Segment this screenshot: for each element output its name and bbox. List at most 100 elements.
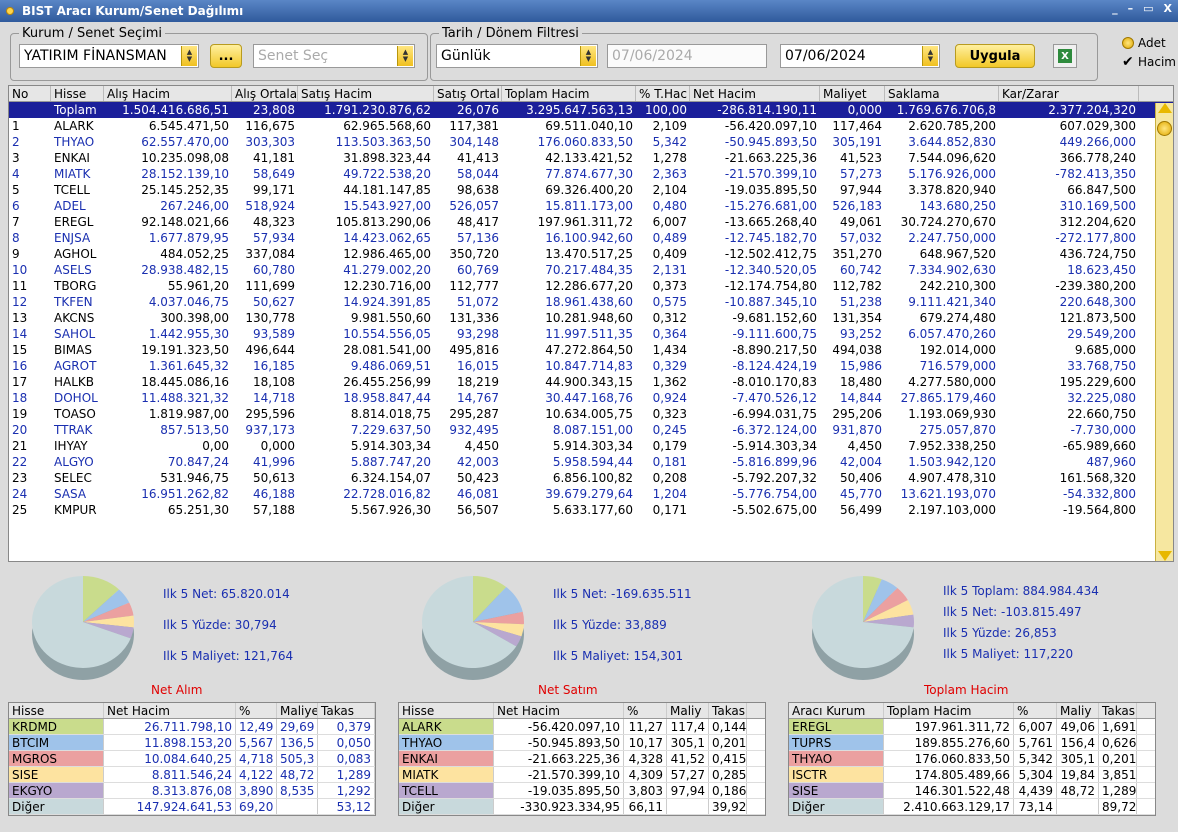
table-cell: 143.680,250 [919, 199, 996, 213]
summary-row[interactable]: MIATK -21.570.399,10 4,309 57,27 0,285 [399, 767, 765, 783]
close-icon[interactable]: X [1164, 2, 1172, 15]
summary-row[interactable]: Diğer 147.924.641,53 69,20 53,12 [9, 799, 375, 815]
column-header[interactable]: Net Hacim [690, 86, 820, 101]
summary-row[interactable]: BTCIM 11.898.153,20 5,567 136,5 0,050 [9, 735, 375, 751]
summary-row[interactable]: ENKAI -21.663.225,36 4,328 41,52 0,415 [399, 751, 765, 767]
column-header[interactable]: Kar/Zarar [999, 86, 1139, 101]
column-header[interactable]: Net Hacim [494, 703, 624, 718]
summary-cell: 26.711.798,10 [104, 719, 236, 734]
table-row[interactable]: 13 AKCNS 300.398,00 130,778 9.981.550,60 131,… [9, 310, 1173, 326]
vertical-scrollbar[interactable] [1155, 103, 1173, 561]
table-row[interactable]: 17 HALKB 18.445.086,16 18,108 26.455.256,99 1… [9, 374, 1173, 390]
table-row[interactable]: 7 EREGL 92.148.021,66 48,323 105.813.290,06 4… [9, 214, 1173, 230]
start-date-field: 07/06/2024 [607, 44, 767, 68]
table-total-row[interactable]: Toplam 1.504.416.686,51 23,808 1.791.230.87… [9, 102, 1173, 118]
summary-row[interactable]: SISE 8.811.546,24 4,122 48,72 1,289 [9, 767, 375, 783]
column-header[interactable]: % [1014, 703, 1057, 718]
summary-row[interactable]: EREGL 197.961.311,72 6,007 49,06 1,691 [789, 719, 1155, 735]
column-header[interactable]: Satış Ortal [434, 86, 502, 101]
column-header[interactable]: Takas [318, 703, 375, 718]
column-header[interactable]: Alış Hacim [104, 86, 232, 101]
summary-row[interactable]: EKGYO 8.313.876,08 3,890 8,535 1,292 [9, 783, 375, 799]
table-cell: 1.504.416.686,51 [122, 103, 229, 117]
scroll-up-icon[interactable] [1158, 103, 1172, 113]
summary-row[interactable]: THYAO -50.945.893,50 10,17 305,1 0,201 [399, 735, 765, 751]
column-header[interactable]: % [236, 703, 277, 718]
table-row[interactable]: 5 TCELL 25.145.252,35 99,171 44.181.147,85 98… [9, 182, 1173, 198]
table-row[interactable]: 16 AGROT 1.361.645,32 16,185 9.486.069,51 16,… [9, 358, 1173, 374]
table-row[interactable]: 9 AGHOL 484.052,25 337,084 12.986.465,00 350,… [9, 246, 1173, 262]
column-header[interactable]: Maliy [667, 703, 709, 718]
table-row[interactable]: 8 ENJSA 1.677.879,95 57,934 14.423.062,65 57,… [9, 230, 1173, 246]
summary-row[interactable]: TCELL -19.035.895,50 3,803 97,94 0,186 [399, 783, 765, 799]
table-row[interactable]: 22 ALGYO 70.847,24 41,996 5.887.747,20 42,003… [9, 454, 1173, 470]
table-row[interactable]: 21 IHYAY 0,00 0,000 5.914.303,34 4,450 5.914.3… [9, 438, 1173, 454]
summary-row[interactable]: KRDMD 26.711.798,10 12,49 29,69 0,379 [9, 719, 375, 735]
table-row[interactable]: 10 ASELS 28.938.482,15 60,780 41.279.002,20 6… [9, 262, 1173, 278]
column-header[interactable]: Hisse [9, 703, 104, 718]
table-row[interactable]: 1 ALARK 6.545.471,50 116,675 62.965.568,60 11… [9, 118, 1173, 134]
table-row[interactable]: 23 SELEC 531.946,75 50,613 6.324.154,07 50,42… [9, 470, 1173, 486]
table-row[interactable]: 18 DOHOL 11.488.321,32 14,718 18.958.847,44 1… [9, 390, 1173, 406]
column-header[interactable]: Satış Hacim [298, 86, 434, 101]
apply-button[interactable]: Uygula [955, 44, 1035, 68]
scroll-down-icon[interactable] [1158, 551, 1172, 561]
option-hacim[interactable]: ✔ Hacim [1122, 55, 1176, 69]
column-header[interactable]: Saklama [885, 86, 999, 101]
end-date-field[interactable]: 07/06/2024 ▲ ▼ [780, 44, 940, 68]
table-row[interactable]: 3 ENKAI 10.235.098,08 41,181 31.898.323,44 41… [9, 150, 1173, 166]
table-row[interactable]: 6 ADEL 267.246,00 518,924 15.543.927,00 526,0… [9, 198, 1173, 214]
summary-row[interactable]: SISE 146.301.522,48 4,439 48,72 1,289 [789, 783, 1155, 799]
scroll-thumb[interactable] [1157, 121, 1172, 136]
column-header[interactable]: Alış Ortala [232, 86, 298, 101]
column-header[interactable]: Hisse [51, 86, 104, 101]
column-header[interactable]: Takas [709, 703, 747, 718]
summary-row[interactable]: Diğer 2.410.663.129,17 73,14 89,72 [789, 799, 1155, 815]
column-header[interactable]: No [9, 86, 51, 101]
senet-select[interactable]: Senet Seç ▲ ▼ [253, 44, 415, 68]
more-button[interactable]: ... [210, 44, 242, 68]
table-cell: 1,278 [652, 151, 687, 165]
minimize-icon[interactable]: _ [1112, 2, 1118, 15]
column-header[interactable]: % T.Hac [636, 86, 690, 101]
table-cell: 49,061 [840, 215, 882, 229]
table-row[interactable]: 2 THYAO 62.557.470,00 303,303 113.503.363,50… [9, 134, 1173, 150]
summary-row[interactable]: ALARK -56.420.097,10 11,27 117,4 0,144 [399, 719, 765, 735]
column-header[interactable]: % [624, 703, 667, 718]
table-row[interactable]: 24 SASA 16.951.262,82 46,188 22.728.016,82 46… [9, 486, 1173, 502]
column-header[interactable]: Toplam Hacim [502, 86, 636, 101]
column-header[interactable]: Aracı Kurum [789, 703, 884, 718]
summary-row[interactable]: MGROS 10.084.640,25 4,718 505,3 0,083 [9, 751, 375, 767]
summary-row[interactable]: ISCTR 174.805.489,66 5,304 19,84 3,851 [789, 767, 1155, 783]
table-row[interactable]: 15 BIMAS 19.191.323,50 496,644 28.081.541,00… [9, 342, 1173, 358]
table-row[interactable]: 14 SAHOL 1.442.955,30 93,589 10.554.556,05 93… [9, 326, 1173, 342]
table-row[interactable]: 25 KMPUR 65.251,30 57,188 5.567.926,30 56,507… [9, 502, 1173, 518]
table-row[interactable]: 12 TKFEN 4.037.046,75 50,627 14.924.391,85 51… [9, 294, 1173, 310]
summary-row[interactable]: THYAO 176.060.833,50 5,342 305,1 0,201 [789, 751, 1155, 767]
column-header[interactable]: Takas [1099, 703, 1137, 718]
table-row[interactable]: 20 TTRAK 857.513,50 937,173 7.229.637,50 932,… [9, 422, 1173, 438]
column-header[interactable]: Maliye [277, 703, 318, 718]
table-cell: 46,188 [253, 487, 295, 501]
restore-icon[interactable]: ▭ [1143, 2, 1153, 15]
excel-export-button[interactable]: X [1053, 44, 1077, 68]
table-cell: 176.060.833,50 [537, 135, 633, 149]
collapse-icon[interactable]: – [1128, 2, 1134, 15]
column-header[interactable]: Net Hacim [104, 703, 236, 718]
table-cell: 16.100.942,60 [545, 231, 633, 245]
period-select[interactable]: Günlük ▲ ▼ [436, 44, 598, 68]
column-header[interactable]: Maliy [1057, 703, 1099, 718]
table-row[interactable]: 4 MIATK 28.152.139,10 58,649 49.722.538,20 58… [9, 166, 1173, 182]
column-header[interactable]: Toplam Hacim [884, 703, 1014, 718]
column-header[interactable]: Maliyet [820, 86, 885, 101]
summary-row[interactable]: TUPRS 189.855.276,60 5,761 156,4 0,626 [789, 735, 1155, 751]
summary-cell: 4,309 [624, 767, 667, 782]
table-row[interactable]: 11 TBORG 55.961,20 111,699 12.230.716,00 112,… [9, 278, 1173, 294]
kurum-select[interactable]: YATIRIM FİNANSMAN ▲ ▼ [19, 44, 199, 68]
column-header[interactable]: Hisse [399, 703, 494, 718]
summary-cell: 97,94 [667, 783, 709, 798]
option-adet[interactable]: Adet [1122, 36, 1166, 50]
table-row[interactable]: 19 TOASO 1.819.987,00 295,596 8.814.018,75 29… [9, 406, 1173, 422]
summary-row[interactable]: Diğer -330.923.334,95 66,11 39,92 [399, 799, 765, 815]
summary-cell: -21.570.399,10 [494, 767, 624, 782]
